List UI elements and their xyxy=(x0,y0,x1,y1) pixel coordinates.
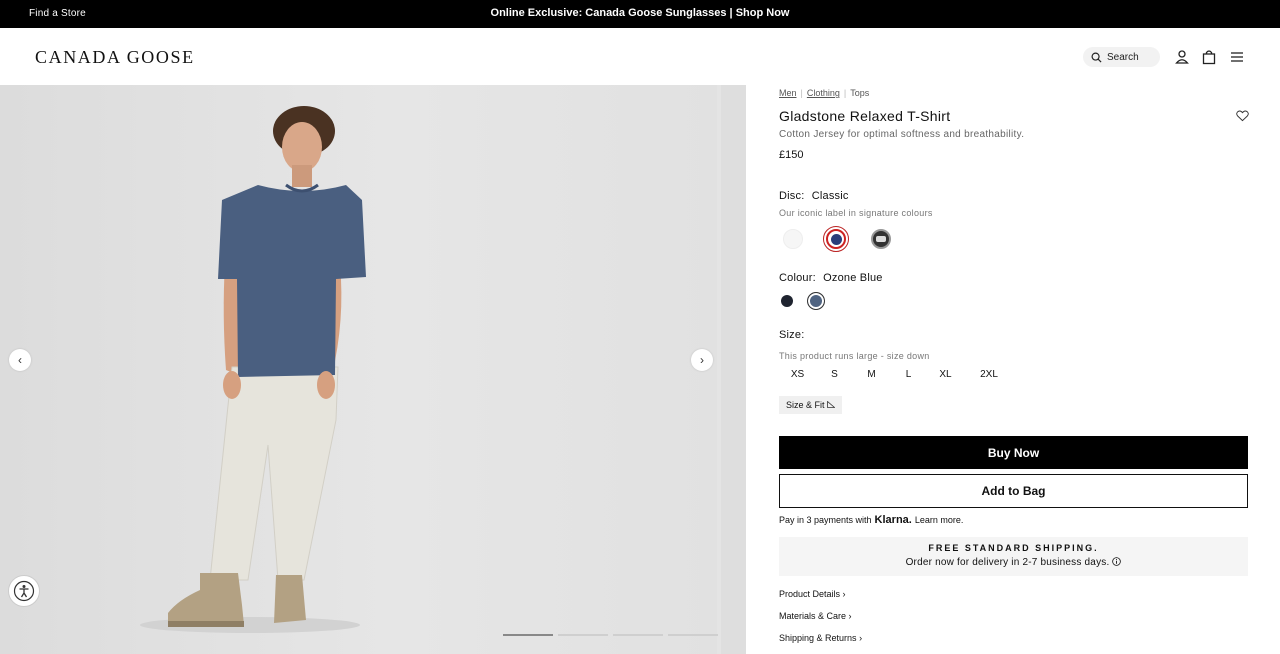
product-price: £150 xyxy=(779,149,804,161)
klarna-pre: Pay in 3 payments with xyxy=(779,515,872,525)
disc-row: Disc: Classic xyxy=(779,190,849,202)
breadcrumb: Men | Clothing | Tops xyxy=(779,88,869,98)
gallery-pagination xyxy=(503,634,718,636)
search-icon xyxy=(1091,52,1102,63)
gallery-dot[interactable] xyxy=(558,634,608,636)
disc-option-white[interactable] xyxy=(780,226,806,252)
shipping-subtext: Order now for delivery in 2-7 business d… xyxy=(779,557,1248,568)
disc-value: Classic xyxy=(811,190,849,202)
colour-row: Colour: Ozone Blue xyxy=(779,272,883,284)
klarna-logo: Klarna. xyxy=(874,514,912,526)
prev-image-button[interactable]: ‹ xyxy=(9,349,31,371)
colour-swatch-navy[interactable] xyxy=(781,295,793,307)
accordion-label: Product Details xyxy=(779,589,841,599)
model-illustration xyxy=(140,106,366,633)
disc-subtext: Our iconic label in signature colours xyxy=(779,208,933,218)
disc-label: Disc: xyxy=(779,190,805,202)
shipping-subtext-label: Order now for delivery in 2-7 business d… xyxy=(905,557,1110,568)
breadcrumb-separator: | xyxy=(800,88,803,98)
size-label: Size: xyxy=(779,329,805,341)
colour-swatch-ozone-blue[interactable] xyxy=(807,292,825,310)
accordion-label: Materials & Care xyxy=(779,611,847,621)
menu-icon[interactable] xyxy=(1229,49,1245,65)
accordion-label: Shipping & Returns xyxy=(779,633,857,643)
search-button[interactable]: Search xyxy=(1083,47,1160,67)
klarna-message: Pay in 3 payments with Klarna. Learn mor… xyxy=(779,514,963,526)
size-fit-button[interactable]: Size & Fit xyxy=(779,396,843,414)
product-image[interactable] xyxy=(0,85,717,654)
next-image-peek[interactable] xyxy=(721,85,746,654)
classic-disc-icon xyxy=(826,229,846,249)
info-icon[interactable] xyxy=(1112,557,1122,566)
disc-option-black[interactable] xyxy=(868,226,894,252)
wishlist-heart-icon[interactable] xyxy=(1236,110,1249,122)
disc-option-classic[interactable] xyxy=(823,226,849,252)
next-image-button[interactable]: › xyxy=(691,349,713,371)
shipping-banner: FREE STANDARD SHIPPING. Order now for de… xyxy=(779,537,1248,576)
shipping-heading: FREE STANDARD SHIPPING. xyxy=(928,543,1099,553)
size-option[interactable]: 2XL xyxy=(964,369,1014,380)
product-description: Cotton Jersey for optimal softness and b… xyxy=(779,129,1025,140)
gallery-dot[interactable] xyxy=(613,634,663,636)
white-disc-icon xyxy=(783,229,803,249)
announcement-bar: Find a Store Online Exclusive: Canada Go… xyxy=(0,0,1280,28)
size-option[interactable]: XS xyxy=(779,369,816,380)
size-option[interactable]: S xyxy=(816,369,853,380)
accessibility-button[interactable] xyxy=(8,575,40,607)
colour-label: Colour: xyxy=(779,272,816,284)
site-header: CANADA GOOSE Search xyxy=(0,28,1280,85)
promo-link[interactable]: Online Exclusive: Canada Goose Sunglasse… xyxy=(0,7,1280,19)
buy-now-button[interactable]: Buy Now xyxy=(779,436,1248,469)
breadcrumb-men[interactable]: Men xyxy=(779,88,797,98)
product-gallery: ‹ › xyxy=(0,85,746,654)
breadcrumb-separator: | xyxy=(843,88,847,98)
account-icon[interactable] xyxy=(1174,49,1190,65)
breadcrumb-tops: Tops xyxy=(850,88,870,98)
logo[interactable]: CANADA GOOSE xyxy=(35,47,195,68)
accessibility-icon xyxy=(13,580,35,602)
gallery-dot[interactable] xyxy=(668,634,718,636)
breadcrumb-clothing[interactable]: Clothing xyxy=(807,88,840,98)
size-option[interactable]: XL xyxy=(927,369,964,380)
ruler-icon xyxy=(827,400,836,408)
gallery-dot[interactable] xyxy=(503,634,553,636)
chevron-right-icon: › xyxy=(848,611,852,621)
size-fit-label: Size & Fit xyxy=(786,400,825,410)
accordion-shipping-returns[interactable]: Shipping & Returns › xyxy=(779,633,862,643)
search-label: Search xyxy=(1107,51,1139,63)
black-disc-icon xyxy=(871,229,891,249)
bag-icon[interactable] xyxy=(1201,49,1217,65)
accordion-materials-care[interactable]: Materials & Care › xyxy=(779,611,852,621)
chevron-right-icon: › xyxy=(842,589,846,599)
product-title: Gladstone Relaxed T-Shirt xyxy=(779,108,951,124)
add-to-bag-button[interactable]: Add to Bag xyxy=(779,474,1248,508)
chevron-right-icon: › xyxy=(859,633,863,643)
colour-value: Ozone Blue xyxy=(823,272,883,284)
accordion-product-details[interactable]: Product Details › xyxy=(779,589,846,599)
size-note: This product runs large - size down xyxy=(779,351,930,361)
size-option[interactable]: L xyxy=(890,369,927,380)
klarna-learn-more-link[interactable]: Learn more. xyxy=(915,515,964,525)
size-option[interactable]: M xyxy=(853,369,890,380)
size-selector: XS S M L XL 2XL xyxy=(779,369,1014,380)
